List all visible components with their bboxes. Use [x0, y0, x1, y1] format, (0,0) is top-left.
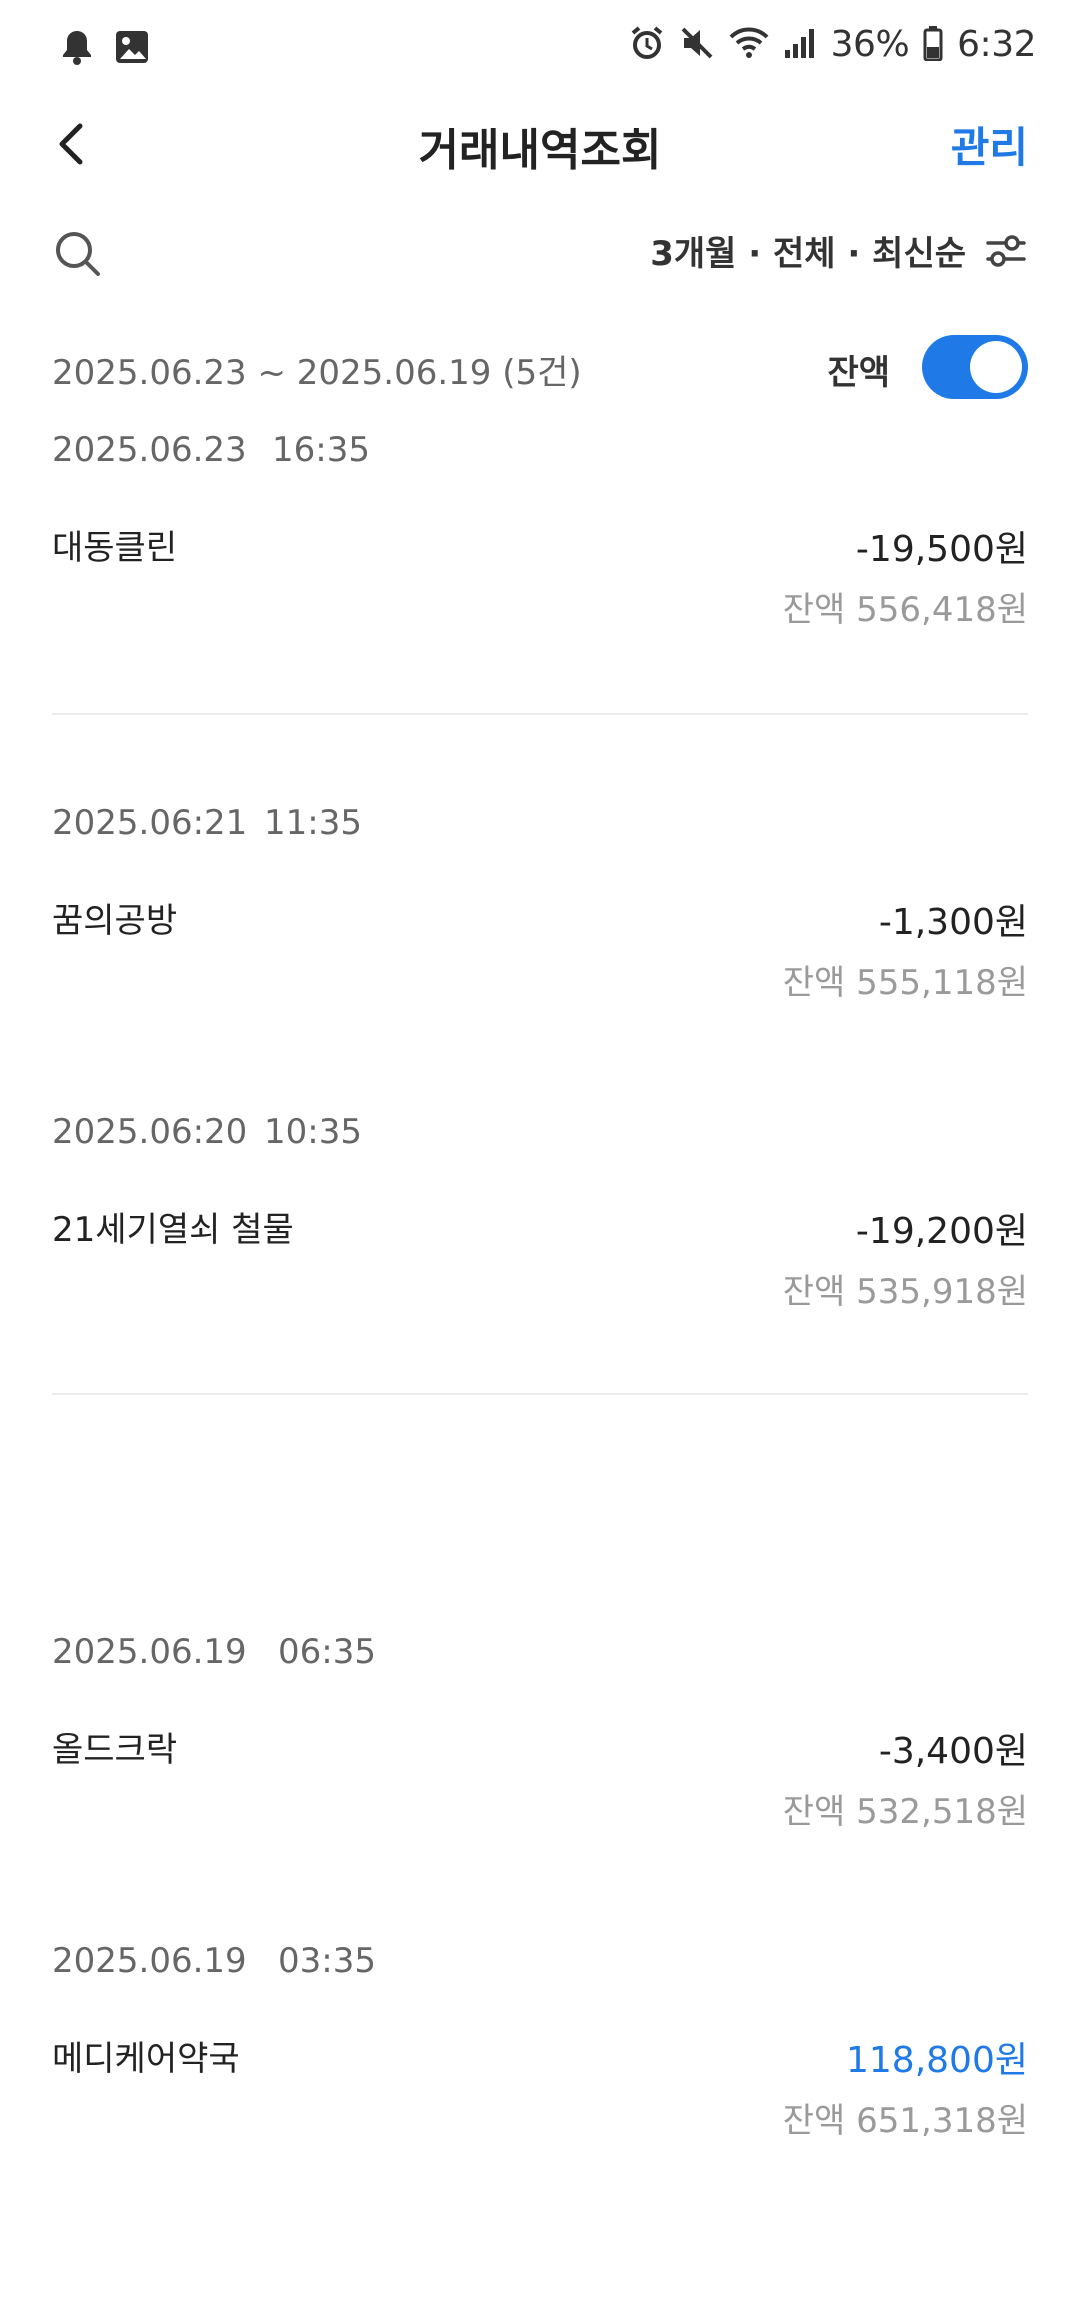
- transaction-time: 10:35: [264, 1112, 362, 1152]
- transaction-time: 16:35: [272, 430, 370, 470]
- transaction-merchant: 대동클린: [52, 528, 178, 568]
- wifi-icon: [729, 25, 769, 65]
- filter-row: 3개월 · 전체 · 최신순: [0, 218, 1080, 298]
- transaction-balance: 잔액 651,318원: [782, 2101, 1028, 2141]
- transaction-date: 2025.06:20: [52, 1112, 248, 1152]
- transaction-item[interactable]: 2025.06.19 06:35 올드크락 -3,400원 잔액 532,518…: [52, 1632, 1028, 1842]
- transaction-amount: 118,800원: [846, 2040, 1028, 2081]
- transaction-balance: 잔액 555,118원: [782, 963, 1028, 1003]
- clock: 6:32: [957, 24, 1036, 65]
- manage-button[interactable]: 관리: [951, 114, 1028, 175]
- date-range: 2025.06.23 ~ 2025.06.19 (5건): [52, 353, 582, 393]
- transaction-amount: -3,400원: [878, 1731, 1028, 1772]
- divider: [52, 1393, 1028, 1395]
- signal-icon: [783, 26, 817, 64]
- divider: [52, 713, 1028, 715]
- toggle-knob: [970, 341, 1022, 393]
- transaction-item[interactable]: 2025.06:20 10:35 21세기열쇠 철물 -19,200원 잔액 5…: [52, 1112, 1028, 1322]
- transaction-merchant: 올드크락: [52, 1730, 178, 1770]
- status-right: 36% 6:32: [629, 24, 1036, 65]
- transaction-date: 2025.06.19: [52, 1632, 247, 1672]
- alarm-icon: [629, 25, 665, 65]
- search-button[interactable]: [52, 228, 108, 284]
- transaction-merchant: 꿈의공방: [52, 901, 178, 941]
- transaction-date: 2025.06.19: [52, 1941, 247, 1981]
- transaction-time: 11:35: [264, 803, 362, 843]
- search-icon: [56, 232, 100, 276]
- status-bar: 36% 6:32: [0, 0, 1080, 96]
- mute-icon: [679, 25, 715, 65]
- transaction-merchant: 메디케어약국: [52, 2039, 240, 2079]
- filter-label: 3개월 · 전체 · 최신순: [650, 234, 966, 274]
- image-icon: [114, 29, 150, 69]
- transaction-item[interactable]: 2025.06:21 11:35 꿈의공방 -1,300원 잔액 555,118…: [52, 803, 1028, 1013]
- bell-icon: [60, 28, 94, 70]
- battery-icon: [923, 25, 943, 65]
- transaction-balance: 잔액 556,418원: [782, 590, 1028, 630]
- transaction-balance: 잔액 532,518원: [782, 1792, 1028, 1832]
- summary-row: 2025.06.23 ~ 2025.06.19 (5건) 잔액: [52, 335, 1028, 405]
- transaction-item[interactable]: 2025.06.23 16:35 대동클린 -19,500원 잔액 556,41…: [52, 430, 1028, 640]
- page-title: 거래내역조회: [418, 125, 662, 176]
- balance-toggle-label: 잔액: [827, 353, 890, 393]
- transaction-balance: 잔액 535,918원: [782, 1272, 1028, 1312]
- app-header: 거래내역조회 관리: [0, 96, 1080, 192]
- transaction-date: 2025.06:21: [52, 803, 248, 843]
- transaction-time: 06:35: [278, 1632, 376, 1672]
- transaction-merchant: 21세기열쇠 철물: [52, 1210, 294, 1250]
- filter-button[interactable]: 3개월 · 전체 · 최신순: [650, 226, 1028, 275]
- battery-percent: 36%: [830, 24, 910, 65]
- transaction-time: 03:35: [278, 1941, 376, 1981]
- transaction-item[interactable]: 2025.06.19 03:35 메디케어약국 118,800원 잔액 651,…: [52, 1941, 1028, 2151]
- balance-toggle[interactable]: [922, 335, 1028, 399]
- transaction-amount: -1,300원: [878, 902, 1028, 943]
- status-left: [60, 28, 150, 70]
- filter-settings-icon: [986, 234, 1026, 267]
- transaction-amount: -19,500원: [855, 529, 1028, 570]
- transaction-amount: -19,200원: [855, 1211, 1028, 1252]
- transaction-date: 2025.06.23: [52, 430, 247, 470]
